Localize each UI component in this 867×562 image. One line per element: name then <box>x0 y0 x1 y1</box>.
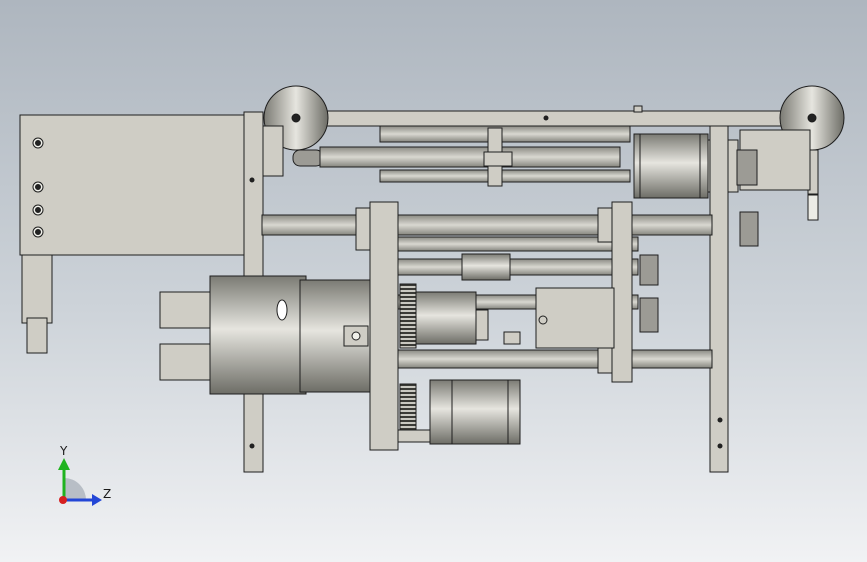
left-idler-pulley <box>262 85 329 177</box>
top-rail <box>299 105 811 127</box>
cad-viewport[interactable]: Y Z <box>0 0 867 562</box>
middle-drive-motor <box>399 283 615 349</box>
spindle-housing <box>159 275 371 395</box>
x-axis-point <box>59 496 67 504</box>
z-axis-label: Z <box>103 487 111 501</box>
right-mounting-plate <box>611 201 633 383</box>
center-mounting-plate <box>369 201 399 451</box>
assembly-drawing: Y Z <box>19 85 845 506</box>
triad-quadrant <box>64 478 86 500</box>
upper-guide-rods <box>319 125 631 183</box>
y-axis-arrowhead <box>58 458 70 470</box>
y-axis-label: Y <box>59 444 68 458</box>
lower-stepper-motor <box>397 379 521 445</box>
right-frame-post <box>709 125 729 473</box>
z-axis-arrowhead <box>92 494 102 506</box>
coordinate-triad: Y Z <box>58 444 111 506</box>
